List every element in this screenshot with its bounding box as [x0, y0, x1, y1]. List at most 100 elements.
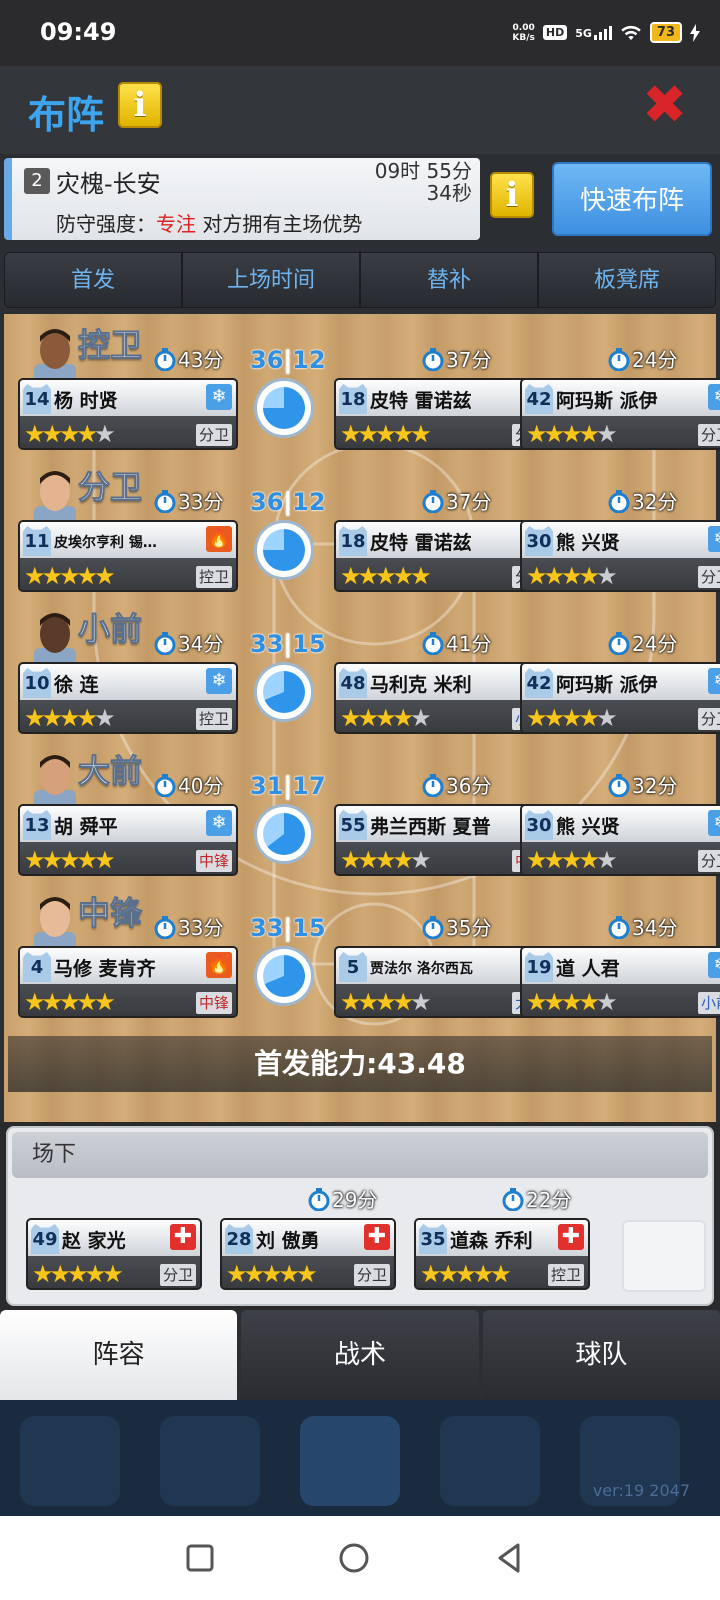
player-name: 马利克 米利 [370, 674, 472, 696]
player-card[interactable]: 11 皮埃尔亨利 锡… 🔥 ★★★★★ 控卫 [18, 520, 238, 592]
minutes-dial[interactable] [254, 946, 314, 1006]
star-icon: ★ [420, 1260, 441, 1288]
menu-money-icon[interactable] [160, 1416, 260, 1506]
player-name: 阿玛斯 派伊 [556, 390, 658, 412]
stopwatch-icon [422, 347, 444, 371]
position-badge: 分卫 [353, 1264, 390, 1286]
player-card[interactable]: 30熊 兴贤❄★★★★★分卫 [520, 520, 720, 592]
star-icon: ★ [543, 704, 565, 732]
minutes-label: 22分 [502, 1184, 571, 1213]
tab-playing-time[interactable]: 上场时间 [183, 253, 361, 307]
minutes-split: 31|17 [250, 772, 326, 800]
minutes-pie [263, 671, 305, 713]
lineup-row: 大前40分13胡 舜平❄★★★★★中锋31|1736分55弗兰西斯 夏普❄★★★… [4, 746, 720, 886]
jersey-number: 18 [339, 526, 367, 556]
player-name: 杨 时贤 [54, 390, 118, 412]
menu-star-icon[interactable] [20, 1416, 120, 1506]
player-name: 皮特 雷诺兹 [370, 390, 472, 412]
minutes-dial[interactable] [254, 378, 314, 438]
menu-chat-icon[interactable] [440, 1416, 540, 1506]
recent-apps-icon[interactable] [182, 1540, 218, 1576]
empty-bench-slot[interactable] [622, 1220, 706, 1292]
column-header: 首发 上场时间 替补 板凳席 [0, 244, 720, 314]
star-icon: ★ [76, 420, 98, 448]
tab-starters[interactable]: 首发 [5, 253, 183, 307]
tab-tactics[interactable]: 战术 [241, 1310, 479, 1400]
player-name: 阿玛斯 派伊 [556, 674, 658, 696]
star-icon: ★ [526, 704, 547, 732]
player-card[interactable]: 14 杨 时贤 ❄ ★★★★★ 分卫 [18, 378, 238, 450]
player-card[interactable]: 35 道森 乔利 ✚ ★★★★★ 控卫 [414, 1218, 590, 1290]
stopwatch-icon [308, 1187, 330, 1211]
minutes-label: 33分 [154, 912, 223, 941]
star-icon: ★ [543, 988, 565, 1016]
minutes-split: 33|15 [250, 630, 326, 658]
condition-injury-icon: ✚ [364, 1224, 390, 1250]
home-icon[interactable] [336, 1540, 372, 1576]
star-icon: ★ [578, 846, 600, 874]
player-card[interactable]: 42阿玛斯 派伊❄★★★★★分卫 [520, 378, 720, 450]
player-name: 熊 兴贤 [556, 532, 620, 554]
minutes-label: 36分 [422, 770, 491, 799]
star-rating: ★★★★★ [526, 704, 617, 732]
menu-court-icon[interactable] [300, 1416, 400, 1506]
position-label: 大前 [77, 752, 143, 791]
star-icon: ★ [437, 1260, 459, 1288]
player-card[interactable]: 49 赵 家光 ✚ ★★★★★ 分卫 [26, 1218, 202, 1290]
star-icon: ★ [24, 846, 45, 874]
star-icon: ★ [102, 1260, 123, 1288]
star-rating: ★★★★★ [340, 562, 431, 590]
player-card[interactable]: 4 马修 麦肯齐 🔥 ★★★★★ 中锋 [18, 946, 238, 1018]
tab-team[interactable]: 球队 [482, 1310, 720, 1400]
star-icon: ★ [357, 846, 379, 874]
star-icon: ★ [41, 988, 63, 1016]
tab-bench[interactable]: 板凳席 [539, 253, 715, 307]
star-icon: ★ [526, 562, 547, 590]
lineup-court: 控卫43分14杨 时贤❄★★★★★分卫36|1237分18皮特 雷诺兹❄★★★★… [0, 314, 720, 1122]
page-title: 布阵 [28, 93, 105, 137]
player-card[interactable]: 42阿玛斯 派伊❄★★★★★分卫 [520, 662, 720, 734]
tab-substitutes[interactable]: 替补 [361, 253, 539, 307]
minutes-dial[interactable] [254, 520, 314, 580]
position-badge: 分卫 [159, 1264, 196, 1286]
quick-lineup-button[interactable]: 快速布阵 [552, 162, 712, 236]
player-name: 马修 麦肯齐 [54, 958, 156, 980]
player-card[interactable]: 28 刘 傲勇 ✚ ★★★★★ 分卫 [220, 1218, 396, 1290]
player-name: 贾法尔 洛尔西瓦 [370, 961, 473, 977]
star-icon: ★ [41, 562, 63, 590]
player-name: 皮埃尔亨利 锡… [54, 535, 157, 551]
position-badge: 控卫 [195, 708, 232, 730]
stopwatch-icon [422, 773, 444, 797]
star-icon: ★ [410, 562, 431, 590]
opponent-name: 灾槐-长安 [56, 170, 161, 198]
info-icon[interactable]: i [118, 82, 162, 128]
player-name: 道 人君 [556, 958, 620, 980]
player-name: 弗兰西斯 夏普 [370, 816, 491, 838]
player-card[interactable]: 30熊 兴贤❄★★★★★分卫 [520, 804, 720, 876]
star-icon: ★ [278, 1260, 300, 1288]
minutes-dial[interactable] [254, 804, 314, 864]
minutes-label: 41分 [422, 628, 491, 657]
player-card[interactable]: 13 胡 舜平 ❄ ★★★★★ 中锋 [18, 804, 238, 876]
star-rating: ★★★★★ [340, 988, 431, 1016]
bottom-tabs: 阵容 战术 球队 [0, 1310, 720, 1400]
close-icon[interactable]: ✖ [642, 78, 687, 132]
player-card[interactable]: 19道 人君❄★★★★★小前 [520, 946, 720, 1018]
star-icon: ★ [596, 704, 617, 732]
minutes-dial[interactable] [254, 662, 314, 722]
battery-icon: 73 [649, 22, 682, 43]
star-icon: ★ [94, 420, 115, 448]
star-icon: ★ [59, 846, 80, 874]
condition-injury-icon: ✚ [558, 1224, 584, 1250]
back-icon[interactable] [492, 1540, 528, 1576]
player-card[interactable]: 10 徐 连 ❄ ★★★★★ 控卫 [18, 662, 238, 734]
jersey-number: 55 [339, 810, 367, 840]
match-info-icon[interactable]: i [490, 172, 534, 218]
stopwatch-icon [608, 915, 630, 939]
tab-lineup[interactable]: 阵容 [0, 1310, 238, 1400]
star-rating: ★★★★★ [340, 704, 431, 732]
minutes-label: 24分 [608, 628, 677, 657]
match-panel: 2 灾槐-长安 09时 55分 34秒 防守强度：专注 对方拥有主场优势 [4, 158, 480, 240]
player-name: 皮特 雷诺兹 [370, 532, 472, 554]
player-name: 胡 舜平 [54, 816, 118, 838]
